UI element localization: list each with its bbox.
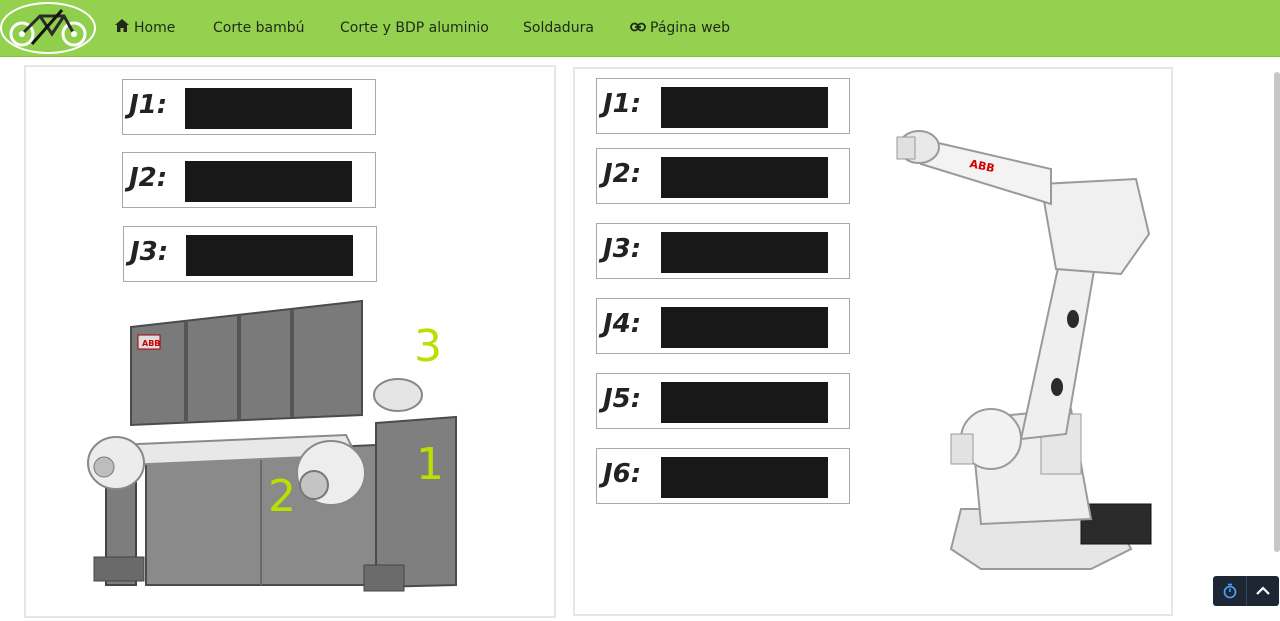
robot-joint-j5: J5: xyxy=(596,373,850,429)
joint-value-display xyxy=(661,307,828,348)
stopwatch-icon[interactable] xyxy=(1213,576,1246,606)
joint-value-display xyxy=(185,88,352,129)
positioner-joint-j2: J2: xyxy=(122,152,376,208)
joint-label: J3: xyxy=(130,237,169,267)
axis-number-1: 1 xyxy=(416,439,444,490)
nav-corte-bdp-aluminio[interactable]: Corte y BDP aluminio xyxy=(340,17,489,39)
joint-label: J1: xyxy=(129,90,168,120)
home-icon xyxy=(114,18,130,40)
joint-label: J6: xyxy=(603,459,642,489)
robot-joint-j3: J3: xyxy=(596,223,850,279)
navbar: Home Corte bambú Corte y BDP aluminio So… xyxy=(0,0,1280,57)
positioner-joint-j1: J1: xyxy=(122,79,376,135)
joint-value-display xyxy=(661,382,828,423)
positioner-machine-image: ABB 1 2 3 xyxy=(87,299,457,592)
nav-corte-bdp-label: Corte y BDP aluminio xyxy=(340,20,489,36)
robot-panel: J1: J2: J3: J4: J5: J6: ABB xyxy=(573,67,1173,616)
joint-label: J2: xyxy=(129,163,168,193)
nav-home-label: Home xyxy=(134,20,176,36)
chevron-up-icon[interactable] xyxy=(1246,576,1279,606)
nav-corte-bambu[interactable]: Corte bambú xyxy=(213,17,305,39)
nav-pagina-web[interactable]: Página web xyxy=(630,17,730,39)
robot-joint-j1: J1: xyxy=(596,78,850,134)
industrial-robot-image: ABB xyxy=(896,130,1152,570)
joint-value-display xyxy=(185,161,352,202)
joint-label: J5: xyxy=(603,384,642,414)
nav-soldadura[interactable]: Soldadura xyxy=(523,17,594,39)
link-icon xyxy=(630,18,646,40)
positioner-panel: J1: J2: J3: ABB 1 2 3 xyxy=(24,65,556,618)
nav-corte-bambu-label: Corte bambú xyxy=(213,20,305,36)
abb-badge: ABB xyxy=(142,339,160,348)
robot-joint-j4: J4: xyxy=(596,298,850,354)
joint-value-display xyxy=(186,235,353,276)
nav-home[interactable]: Home xyxy=(114,17,175,39)
joint-label: J4: xyxy=(603,309,642,339)
nav-pagina-web-label: Página web xyxy=(650,20,731,36)
axis-number-3: 3 xyxy=(414,321,442,372)
page-scrollbar[interactable] xyxy=(1274,72,1280,552)
positioner-joint-j3: J3: xyxy=(123,226,377,282)
robot-joint-j2: J2: xyxy=(596,148,850,204)
joint-value-display xyxy=(661,157,828,198)
joint-label: J1: xyxy=(603,89,642,119)
joint-value-display xyxy=(661,87,828,128)
joint-label: J3: xyxy=(603,234,642,264)
joint-label: J2: xyxy=(603,159,642,189)
floating-tools-widget xyxy=(1213,576,1279,606)
joint-value-display xyxy=(661,232,828,273)
joint-value-display xyxy=(661,457,828,498)
robot-joint-j6: J6: xyxy=(596,448,850,504)
axis-number-2: 2 xyxy=(268,471,296,522)
bicycle-logo-icon[interactable] xyxy=(0,2,96,54)
nav-soldadura-label: Soldadura xyxy=(523,20,594,36)
